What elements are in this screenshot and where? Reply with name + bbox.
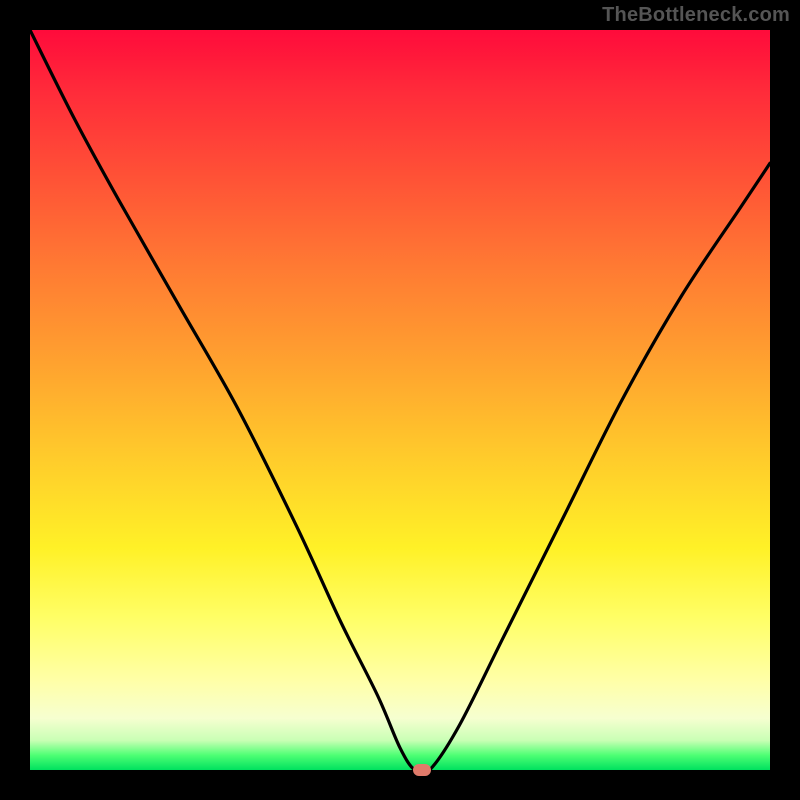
watermark-text: TheBottleneck.com	[602, 4, 790, 27]
optimal-point-marker	[413, 764, 431, 776]
bottleneck-curve	[30, 30, 770, 770]
plot-area	[30, 30, 770, 770]
chart-frame: TheBottleneck.com	[0, 0, 800, 800]
